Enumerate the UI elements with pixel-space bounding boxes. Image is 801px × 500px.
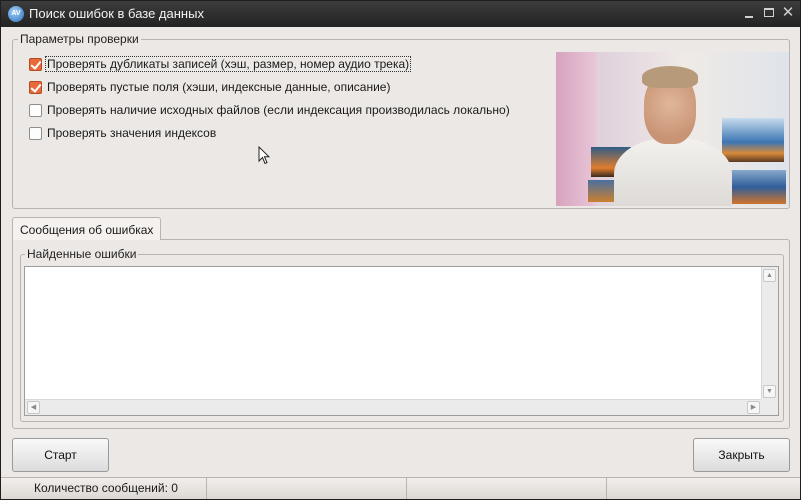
option-check-empty-fields[interactable]: Проверять пустые поля (хэши, индексные д…	[29, 78, 391, 96]
close-window-button[interactable]: ✕	[780, 5, 796, 21]
app-icon: AV	[8, 6, 24, 22]
option-label: Проверять наличие исходных файлов (если …	[47, 103, 510, 117]
title-bar[interactable]: AV Поиск ошибок в базе данных ✕	[1, 1, 800, 27]
webcam-preview	[556, 52, 789, 206]
window-title: Поиск ошибок в базе данных	[29, 6, 204, 21]
option-check-source-files[interactable]: Проверять наличие исходных файлов (если …	[29, 101, 511, 119]
scroll-up-icon[interactable]: ▲	[763, 269, 776, 282]
webcam-person-hair	[642, 66, 698, 88]
webcam-person-body	[614, 138, 732, 206]
errors-list[interactable]: ▲ ▼ ◀ ▶	[24, 266, 779, 416]
vertical-scrollbar[interactable]: ▲ ▼	[761, 267, 778, 400]
status-bar: Количество сообщений: 0	[1, 477, 800, 499]
mouse-pointer-icon	[258, 146, 270, 165]
tab-error-messages[interactable]: Сообщения об ошибках	[12, 217, 161, 240]
option-label: Проверять значения индексов	[47, 126, 217, 140]
option-label: Проверять пустые поля (хэши, индексные д…	[47, 80, 391, 94]
status-cell	[407, 478, 607, 499]
scroll-left-icon[interactable]: ◀	[27, 401, 40, 414]
scrollbar-corner	[761, 399, 778, 415]
found-errors-legend: Найденные ошибки	[25, 247, 139, 261]
maximize-icon	[764, 8, 774, 17]
message-count: Количество сообщений: 0	[34, 481, 178, 495]
checkbox-check-index-values[interactable]	[29, 126, 42, 140]
option-check-index-values[interactable]: Проверять значения индексов	[29, 124, 217, 142]
checkbox-check-duplicates[interactable]	[29, 57, 42, 71]
checkbox-check-source-files[interactable]	[29, 103, 42, 117]
option-check-duplicates[interactable]: Проверять дубликаты записей (хэш, размер…	[29, 55, 412, 73]
minimize-button[interactable]	[741, 5, 757, 21]
check-params-group: Параметры проверки Проверять дубликаты з…	[12, 32, 790, 209]
status-cell	[207, 478, 407, 499]
minimize-icon	[745, 16, 753, 18]
maximize-button[interactable]	[761, 5, 777, 21]
close-icon: ✕	[781, 4, 795, 21]
horizontal-scrollbar[interactable]: ◀ ▶	[25, 399, 762, 415]
scroll-right-icon[interactable]: ▶	[747, 401, 760, 414]
scroll-down-icon[interactable]: ▼	[763, 385, 776, 398]
option-label: Проверять дубликаты записей (хэш, размер…	[44, 56, 412, 72]
close-button[interactable]: Закрыть	[693, 438, 790, 472]
checkbox-check-empty-fields[interactable]	[29, 80, 42, 94]
webcam-wall-picture	[722, 118, 784, 162]
start-button[interactable]: Старт	[12, 438, 109, 472]
webcam-wall-picture	[726, 170, 786, 204]
check-params-legend: Параметры проверки	[18, 32, 141, 46]
main-window: AV Поиск ошибок в базе данных ✕ Параметр…	[0, 0, 801, 500]
